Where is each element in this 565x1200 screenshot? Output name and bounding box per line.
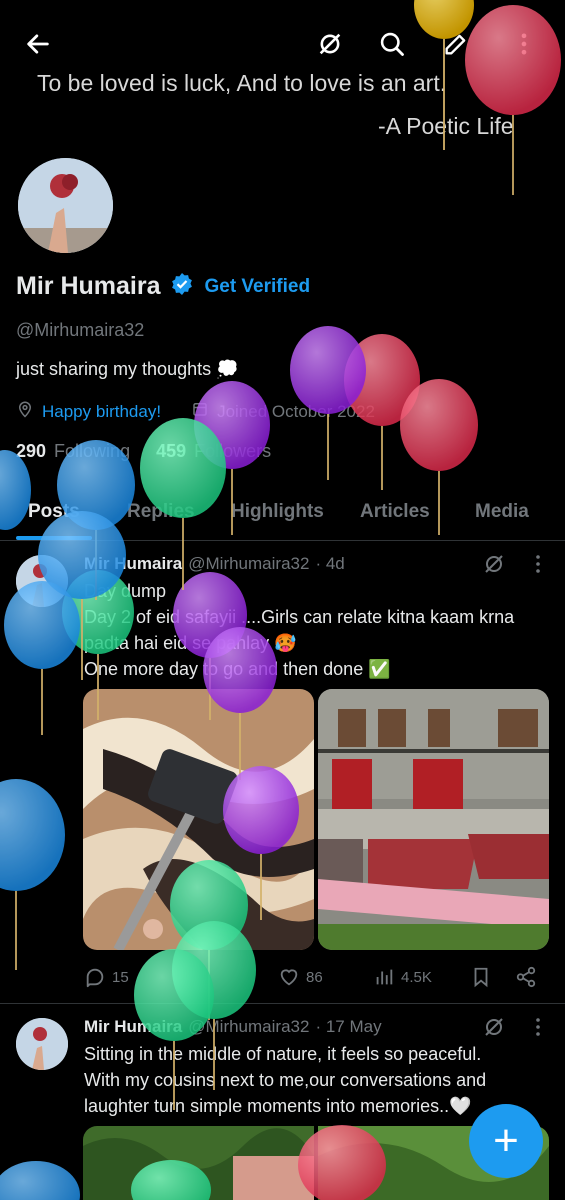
- follow-counts: 290 Following 459 Followers: [16, 441, 271, 462]
- tweet-image-carpet-vacuum[interactable]: [83, 689, 314, 950]
- tweet-divider: [0, 1003, 565, 1004]
- profile-meta-row: Happy birthday! Joined October 2022: [16, 400, 375, 423]
- views-count: 4.5K: [401, 968, 432, 986]
- tweet-text-line: Day dump: [84, 581, 167, 601]
- tweet-text: Day dump Day 2 of eid safayii ....Girls …: [84, 578, 554, 682]
- tweet-more-icon[interactable]: [530, 552, 546, 581]
- tab-media[interactable]: Media: [475, 501, 529, 523]
- more-icon[interactable]: [504, 24, 544, 64]
- tweet-time: · 17 May: [315, 1017, 382, 1036]
- bookmark-button[interactable]: [470, 966, 492, 988]
- tabs-divider: [0, 540, 565, 541]
- reply-button[interactable]: 15: [84, 966, 129, 988]
- tweet-text-line: One more day to go and then done ✅: [84, 659, 391, 679]
- grok-icon[interactable]: [482, 1015, 506, 1044]
- verified-badge-icon: [170, 272, 194, 301]
- search-icon[interactable]: [372, 24, 412, 64]
- profile-avatar[interactable]: [15, 155, 116, 256]
- tweet-text: Sitting in the middle of nature, it feel…: [84, 1041, 554, 1119]
- bookmark-icon: [474, 967, 488, 988]
- like-count: 86: [306, 968, 323, 986]
- tab-articles[interactable]: Articles: [360, 501, 430, 523]
- reply-icon: [86, 968, 104, 988]
- birthday-link[interactable]: Happy birthday!: [42, 402, 161, 422]
- location-pin-icon: [16, 400, 34, 423]
- like-button[interactable]: 86: [278, 966, 323, 988]
- back-arrow-icon[interactable]: [18, 24, 58, 64]
- tweet-text-line: With my cousins next to me,our conversat…: [84, 1070, 487, 1090]
- profile-name: Mir Humaira: [16, 272, 161, 300]
- profile-name-row: Mir Humaira Get Verified: [16, 272, 310, 301]
- followers-label[interactable]: Followers: [194, 441, 271, 462]
- plus-icon: +: [493, 1116, 519, 1165]
- tab-posts[interactable]: Posts: [28, 501, 80, 523]
- following-count[interactable]: 290: [16, 441, 46, 462]
- share-icon: [516, 966, 536, 988]
- joined-date: Joined October 2022: [217, 401, 375, 421]
- tweet-avatar[interactable]: [16, 1018, 68, 1070]
- banner-quote-line1: To be loved is luck, And to love is an a…: [37, 70, 447, 96]
- tweet-author-name[interactable]: Mir Humaira: [84, 1017, 182, 1037]
- edit-icon[interactable]: [436, 24, 476, 64]
- tweet-author-name[interactable]: Mir Humaira: [84, 554, 182, 574]
- grok-icon[interactable]: [482, 552, 506, 581]
- profile-bio: just sharing my thoughts 💭: [16, 359, 239, 379]
- tweet-author-handle[interactable]: @Mirhumaira32: [188, 554, 309, 574]
- tweet-avatar[interactable]: [16, 555, 68, 607]
- tweet-header: Mir Humaira @Mirhumaira32 · 4d: [84, 554, 345, 574]
- tweet-text-line: Sitting in the middle of nature, it feel…: [84, 1044, 482, 1064]
- tweet-image-rugs-outdoors[interactable]: [318, 689, 549, 950]
- reply-count: 15: [112, 968, 129, 986]
- calendar-icon: [191, 400, 209, 423]
- heart-icon: [280, 969, 298, 986]
- following-label[interactable]: Following: [54, 441, 130, 462]
- views-button[interactable]: 4.5K: [373, 966, 432, 988]
- tweet-more-icon[interactable]: [530, 1015, 546, 1044]
- share-button[interactable]: [515, 966, 537, 988]
- followers-count[interactable]: 459: [156, 441, 186, 462]
- tweet-text-line: Day 2 of eid safayii ....Girls can relat…: [84, 607, 515, 627]
- compose-fab-button[interactable]: +: [469, 1104, 543, 1178]
- tab-replies[interactable]: Replies: [127, 501, 195, 523]
- get-verified-link[interactable]: Get Verified: [204, 276, 310, 298]
- tweet-time: · 4d: [315, 554, 345, 573]
- tweet-text-line: padta hai eid se pahlay 🥵: [84, 633, 297, 653]
- views-icon: [376, 969, 393, 985]
- banner-quote-line2: -A Poetic Life: [378, 113, 514, 139]
- grok-icon[interactable]: [310, 24, 350, 64]
- tab-highlights[interactable]: Highlights: [231, 501, 324, 523]
- tweet-author-handle[interactable]: @Mirhumaira32: [188, 1017, 309, 1037]
- profile-handle: @Mirhumaira32: [16, 320, 145, 340]
- tweet-header: Mir Humaira @Mirhumaira32 · 17 May: [84, 1017, 382, 1037]
